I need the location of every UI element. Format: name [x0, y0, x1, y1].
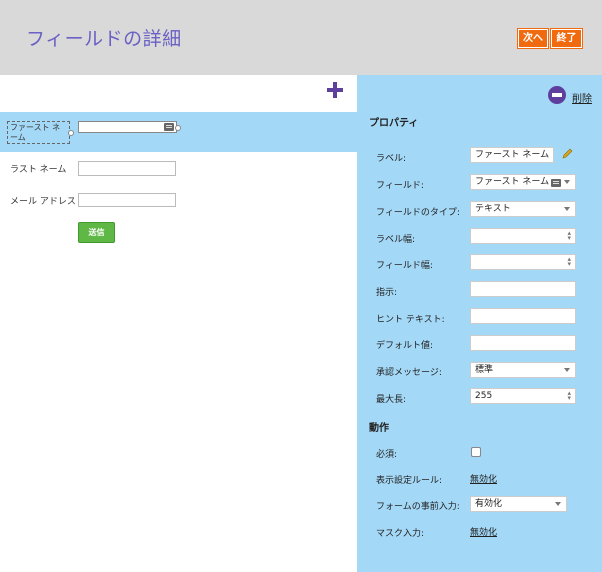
- field-type-select[interactable]: テキスト: [470, 201, 576, 217]
- prop-label-instructions: 指示:: [376, 288, 398, 298]
- hint-text-input[interactable]: [470, 308, 576, 324]
- page-title: フィールドの詳細: [26, 28, 182, 50]
- spinner-icon: ▴ ▾: [567, 389, 571, 402]
- field-select[interactable]: ファースト ネーム: [470, 174, 576, 190]
- action-label-visibility-rules: 表示設定ルール:: [376, 476, 443, 486]
- field-label-last-name: ラスト ネーム: [10, 165, 67, 175]
- prop-label-field: フィールド:: [376, 181, 424, 191]
- spinner-icon: ▴ ▾: [567, 229, 571, 242]
- actions-heading: 動作: [369, 423, 389, 434]
- input-mask-link[interactable]: 無効化: [470, 525, 497, 538]
- prop-label-hint-text: ヒント テキスト:: [376, 315, 445, 325]
- chevron-down-icon: [555, 502, 561, 506]
- pencil-icon[interactable]: [561, 148, 573, 160]
- default-value-input[interactable]: [470, 335, 576, 351]
- prop-label-max-length: 最大長:: [376, 395, 407, 405]
- email-input[interactable]: [78, 193, 176, 207]
- first-name-input[interactable]: [78, 121, 177, 133]
- max-length-stepper[interactable]: 255 ▴ ▾: [470, 388, 576, 404]
- finish-button[interactable]: 終了: [551, 29, 582, 48]
- prop-label-field-type: フィールドのタイプ:: [376, 208, 460, 218]
- label-input[interactable]: ファースト ネーム: [470, 147, 554, 163]
- action-label-input-mask: マスク入力:: [376, 529, 425, 539]
- properties-heading: プロパティ: [369, 118, 419, 129]
- delete-link[interactable]: 削除: [572, 90, 592, 105]
- field-card-icon: [164, 123, 174, 131]
- field-width-stepper[interactable]: ▴ ▾: [470, 254, 576, 270]
- spinner-icon: ▴ ▾: [567, 255, 571, 268]
- prefill-value: 有効化: [475, 499, 503, 509]
- required-checkbox[interactable]: [471, 447, 481, 457]
- field-label-first-name[interactable]: ファースト ネーム: [7, 121, 70, 144]
- field-type-value: テキスト: [475, 204, 511, 214]
- action-label-required: 必須:: [376, 450, 398, 460]
- field-value: ファースト ネーム: [475, 177, 550, 187]
- next-button[interactable]: 次へ: [518, 29, 548, 48]
- resize-handle[interactable]: [68, 130, 74, 136]
- prop-label-label-width: ラベル幅:: [376, 235, 416, 245]
- last-name-input[interactable]: [78, 161, 176, 176]
- submit-button[interactable]: 送信: [78, 222, 115, 243]
- validation-message-select[interactable]: 標準: [470, 362, 576, 378]
- label-value: ファースト ネーム: [475, 150, 550, 160]
- action-label-prefill: フォームの事前入力:: [376, 502, 460, 512]
- chevron-down-icon: [564, 368, 570, 372]
- validation-message-value: 標準: [475, 365, 494, 375]
- resize-handle[interactable]: [175, 125, 181, 131]
- max-length-value: 255: [475, 391, 493, 401]
- label-width-stepper[interactable]: ▴ ▾: [470, 228, 576, 244]
- prefill-select[interactable]: 有効化: [470, 496, 567, 512]
- instructions-input[interactable]: [470, 281, 576, 297]
- prop-label-field-width: フィールド幅:: [376, 261, 433, 271]
- prop-label-validation-message: 承認メッセージ:: [376, 368, 442, 378]
- delete-icon[interactable]: [548, 86, 566, 104]
- visibility-rules-link[interactable]: 無効化: [470, 472, 497, 485]
- prop-label-label: ラベル:: [376, 154, 407, 164]
- chevron-down-icon: [564, 180, 570, 184]
- chevron-down-icon: [564, 207, 570, 211]
- prop-label-default-value: デフォルト値:: [376, 341, 434, 351]
- field-card-icon: [551, 179, 561, 187]
- field-label-email: メール アドレス: [10, 197, 76, 207]
- plus-icon[interactable]: [327, 82, 343, 98]
